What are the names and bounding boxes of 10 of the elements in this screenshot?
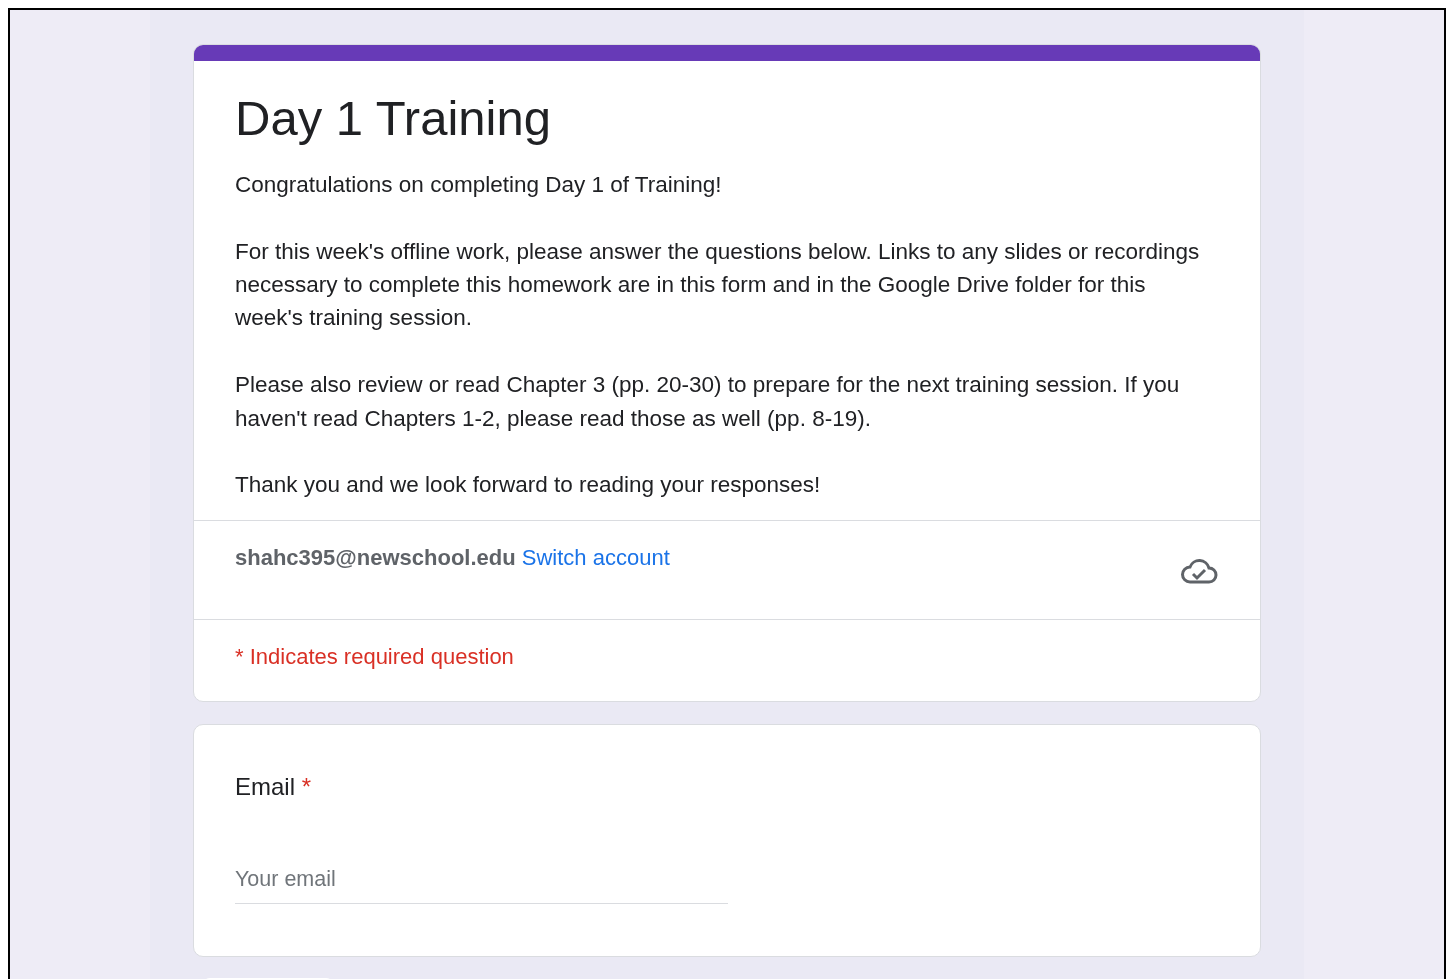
form-title: Day 1 Training xyxy=(234,90,552,147)
required-note: * Indicates required question xyxy=(234,642,515,671)
email-input[interactable]: Your email xyxy=(235,862,728,905)
description-paragraph: For this week's offline work, please answer the questions below. Links to any slides or recordings necessary to complete this homework are in this form and in the Google Drive folder for this week's training session. xyxy=(235,237,1201,333)
description-paragraph: Please also review or read Chapter 3 (pp. 20-30) to prepare for the next training session. If you haven't read Chapters 1-2, please read those as well (pp. 8-19). xyxy=(235,371,1181,433)
description-paragraph: Congratulations on completing Day 1 of Training! xyxy=(235,170,723,199)
account-email: shahc395@newschool.edu xyxy=(235,544,516,570)
switch-account-link[interactable]: Switch account xyxy=(521,544,670,570)
question-label: Email * xyxy=(235,771,313,802)
description-paragraph: Thank you and we look forward to reading your responses! xyxy=(235,471,822,500)
